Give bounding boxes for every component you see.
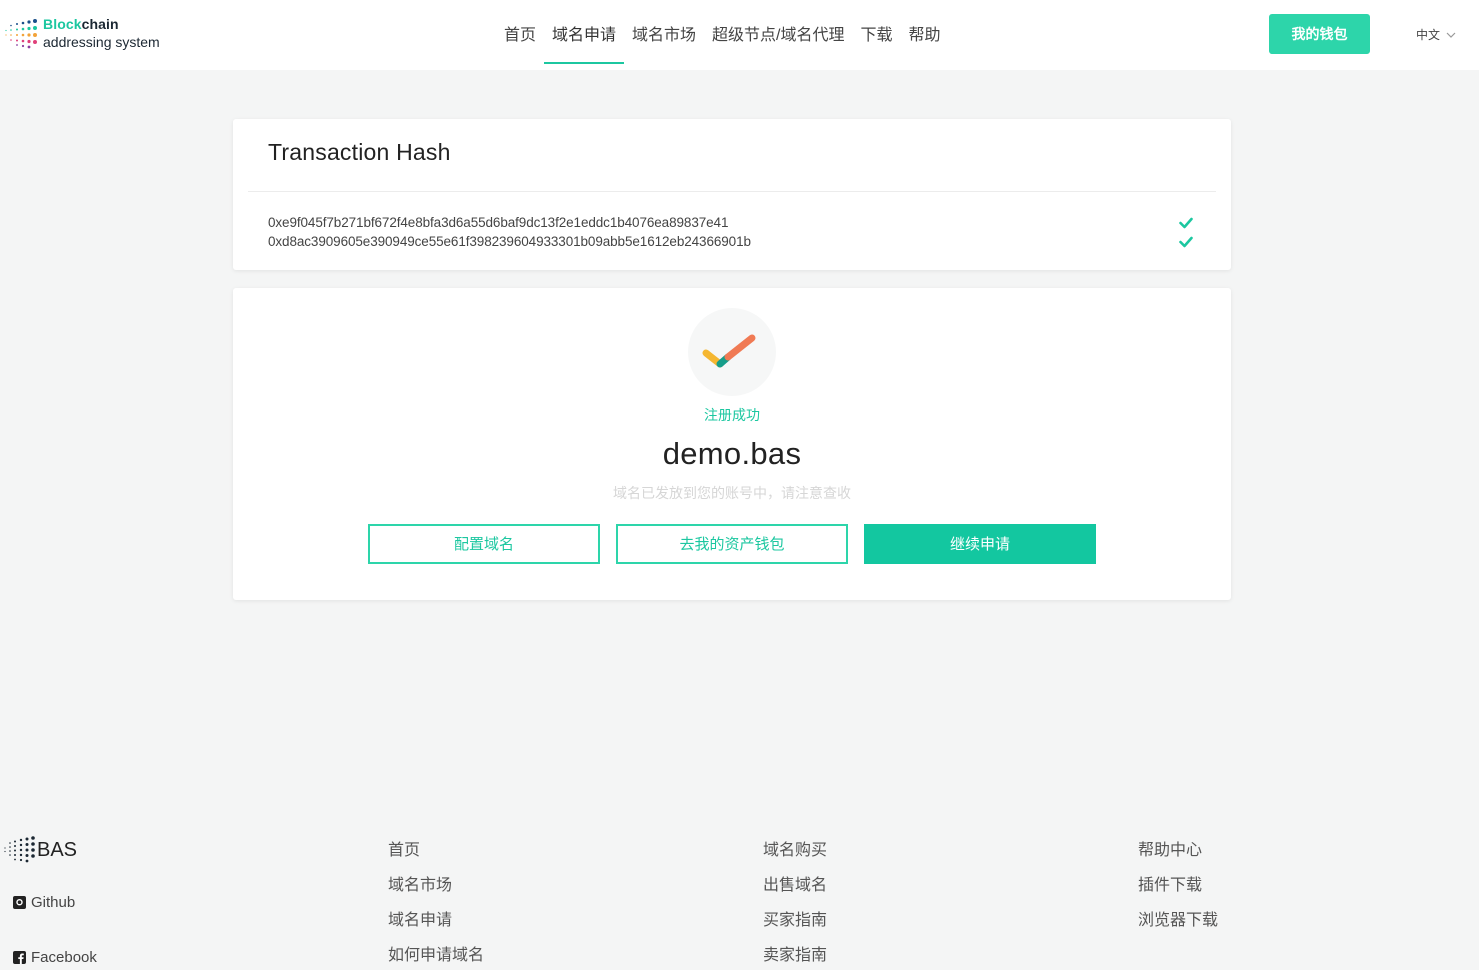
chevron-down-icon: [1446, 32, 1456, 38]
footer-links-column: 帮助中心 插件下载 浏览器下载: [1138, 841, 1218, 946]
logo-subtitle: addressing system: [43, 34, 160, 50]
footer-link-buyer-guide[interactable]: 买家指南: [763, 911, 827, 946]
go-to-wallet-button[interactable]: 去我的资产钱包: [616, 524, 848, 564]
transaction-hash-list: 0xe9f045f7b271bf672f4e8bfa3d6a55d6baf9dc…: [268, 213, 1193, 251]
bas-dots-icon: [4, 836, 35, 863]
footer-link-home[interactable]: 首页: [388, 841, 484, 876]
top-header: Blockchain addressing system 首页 域名申请 域名市…: [0, 0, 1479, 70]
divider: [248, 191, 1216, 192]
continue-apply-button[interactable]: 继续申请: [864, 524, 1096, 564]
nav-home[interactable]: 首页: [496, 0, 544, 70]
transaction-hash-card: Transaction Hash 0xe9f045f7b271bf672f4e8…: [233, 119, 1231, 270]
nav-domain-market[interactable]: 域名市场: [624, 0, 704, 70]
nav-domain-apply[interactable]: 域名申请: [544, 0, 625, 70]
registration-result-card: 注册成功 demo.bas 域名已发放到您的账号中，请注意查收 配置域名 去我的…: [233, 288, 1231, 600]
footer-brand: BAS: [37, 838, 78, 861]
my-wallet-button[interactable]: 我的钱包: [1269, 14, 1370, 54]
footer-links-column: 域名购买 出售域名 买家指南 卖家指南: [763, 841, 827, 970]
site-logo[interactable]: Blockchain addressing system: [2, 14, 202, 54]
footer-logo[interactable]: BAS: [2, 834, 77, 866]
github-link[interactable]: Github: [13, 894, 75, 911]
transaction-row: 0xd8ac3909605e390949ce55e61f398239604933…: [268, 232, 1193, 251]
language-label: 中文: [1416, 28, 1441, 42]
logo-dots-icon: [5, 19, 37, 49]
success-check-icon: [688, 308, 776, 396]
check-icon: [1179, 236, 1193, 247]
logo-title: Blockchain: [43, 16, 119, 32]
footer-link-buy-domain[interactable]: 域名购买: [763, 841, 827, 876]
footer-links-column: 首页 域名市场 域名申请 如何申请域名: [388, 841, 484, 970]
transaction-hash-title: Transaction Hash: [268, 139, 451, 165]
footer-link-domain-apply[interactable]: 域名申请: [388, 911, 484, 946]
registration-notice: 域名已发放到您的账号中，请注意查收: [613, 485, 851, 501]
footer-link-how-to-apply[interactable]: 如何申请域名: [388, 946, 484, 970]
registration-status: 注册成功: [704, 407, 760, 423]
footer-link-browser-download[interactable]: 浏览器下载: [1138, 911, 1218, 946]
main-nav: 首页 域名申请 域名市场 超级节点/域名代理 下载 帮助: [496, 0, 949, 70]
check-icon: [1179, 217, 1193, 228]
nav-download[interactable]: 下载: [853, 0, 901, 70]
domain-name: demo.bas: [662, 436, 802, 471]
transaction-row: 0xe9f045f7b271bf672f4e8bfa3d6a55d6baf9dc…: [268, 213, 1193, 232]
footer-link-help-center[interactable]: 帮助中心: [1138, 841, 1218, 876]
github-label: Github: [31, 894, 76, 911]
footer-link-domain-market[interactable]: 域名市场: [388, 876, 484, 911]
transaction-hash[interactable]: 0xe9f045f7b271bf672f4e8bfa3d6a55d6baf9dc…: [268, 215, 728, 230]
configure-domain-button[interactable]: 配置域名: [368, 524, 600, 564]
footer-link-seller-guide[interactable]: 卖家指南: [763, 946, 827, 970]
facebook-label: Facebook: [31, 949, 97, 966]
github-icon: [13, 896, 26, 909]
facebook-icon: [13, 951, 26, 964]
nav-supernode-agent[interactable]: 超级节点/域名代理: [704, 0, 852, 70]
facebook-link[interactable]: Facebook: [13, 949, 97, 966]
footer-link-plugin-download[interactable]: 插件下载: [1138, 876, 1218, 911]
transaction-hash[interactable]: 0xd8ac3909605e390949ce55e61f398239604933…: [268, 234, 751, 249]
language-selector[interactable]: 中文: [1416, 26, 1456, 43]
nav-help[interactable]: 帮助: [901, 0, 949, 70]
footer-link-sell-domain[interactable]: 出售域名: [763, 876, 827, 911]
